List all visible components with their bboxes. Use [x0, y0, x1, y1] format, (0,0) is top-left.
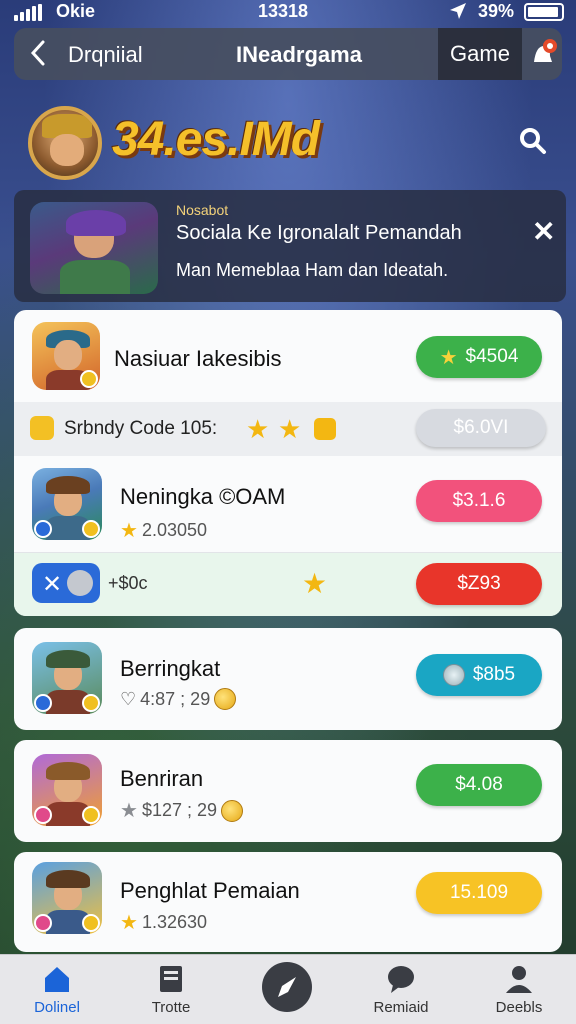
status-time: 13318 [258, 1, 309, 21]
item-title: Berringkat [120, 656, 221, 681]
star-icon: ★ [302, 568, 328, 599]
item-title: Benriran [120, 766, 204, 791]
item-subtitle: ♡ 4:87 ; 29 [120, 688, 237, 710]
list-item[interactable]: Neningka ©OAM ★ 2.03050 $3.1.6 [14, 456, 562, 552]
game-button-label: Game [450, 41, 510, 66]
star-icon: ★ [278, 414, 302, 444]
profile-icon [503, 963, 535, 995]
tab-home[interactable]: Dolinel [12, 963, 102, 1016]
tab-label: Remiaid [373, 999, 429, 1016]
home-icon [41, 963, 73, 995]
item-subtitle: ★ 2.03050 [120, 520, 208, 542]
carrier-name: Okie [56, 1, 96, 21]
swap-icon: ✕ [32, 563, 100, 603]
item-price: $8b5 [472, 664, 516, 685]
shop-card: Penghlat Pemaian ★ 1.32630 15.109 [14, 852, 562, 952]
notification-banner[interactable]: Nosabot Sociala Ke Igronalalt Pemandah M… [14, 190, 566, 302]
badge-icon [314, 418, 336, 440]
battery-icon [524, 3, 564, 21]
item-icon [32, 468, 102, 540]
tab-trotte[interactable]: Trotte [126, 963, 216, 1016]
list-item[interactable]: Berringkat ♡ 4:87 ; 29 $8b5 [14, 628, 562, 730]
back-icon[interactable] [28, 38, 48, 74]
featured-price-button[interactable]: ★ $4504 [416, 336, 542, 378]
star-icon: ★ [120, 800, 138, 822]
svg-text:✕: ✕ [42, 570, 62, 598]
shop-card: Benriran ★ $127 ; 29 $4.08 [14, 740, 562, 842]
document-icon [155, 963, 187, 995]
tab-label: Dolinel [34, 999, 80, 1016]
banner-thumbnail [30, 202, 158, 294]
shop-card-main: Nasiuar Iakesibis ★ $4504 Srbndy Code 10… [14, 310, 562, 616]
signal-icon [14, 4, 42, 21]
game-button[interactable]: Game [438, 28, 522, 80]
back-label[interactable]: Drqniial [68, 42, 143, 68]
promo-label: +$0c [108, 573, 148, 593]
star-icon: ★ [120, 912, 138, 934]
page-title: INeadrgama [236, 42, 362, 67]
code-row[interactable]: Srbndy Code 105: ★ ★ $6.0VI [14, 402, 562, 456]
featured-title: Nasiuar Iakesibis [114, 346, 282, 371]
item-price-button[interactable]: $3.1.6 [416, 480, 542, 522]
banner-sender: Nosabot [176, 202, 229, 218]
gift-icon [30, 416, 54, 440]
code-price: $6.0VI [453, 417, 509, 438]
banner-message: Sociala Ke Igronalalt Pemandah [176, 222, 462, 244]
featured-row[interactable]: Nasiuar Iakesibis ★ $4504 [14, 310, 562, 402]
location-icon [448, 1, 468, 26]
promo-price-button[interactable]: $Z93 [416, 563, 542, 605]
star-icon: ★ [439, 346, 458, 369]
search-icon[interactable] [518, 126, 548, 156]
shop-card: Berringkat ♡ 4:87 ; 29 $8b5 [14, 628, 562, 730]
tab-label: Deebls [495, 999, 543, 1016]
item-price: $3.1.6 [452, 490, 506, 511]
item-icon [32, 862, 102, 934]
battery-percent: 39% [478, 1, 515, 21]
coin-icon [221, 799, 244, 822]
code-price-button[interactable]: $6.0VI [416, 409, 546, 447]
item-price-button[interactable]: $8b5 [416, 654, 542, 696]
item-price-button[interactable]: $4.08 [416, 764, 542, 806]
game-logo: 34.es.IMd [112, 113, 320, 166]
item-title: Neningka ©OAM [120, 484, 286, 509]
status-bar: Okie 13318 39% [0, 0, 576, 24]
item-subtitle: ★ $127 ; 29 [120, 798, 244, 823]
compass-icon [278, 977, 296, 997]
star-icon: ★ [120, 520, 138, 542]
promo-price: $Z93 [457, 573, 501, 594]
banner-detail: Man Memeblaa Ham dan Ideatah. [176, 260, 449, 280]
featured-price: $4504 [465, 346, 519, 367]
coin-icon [214, 688, 237, 710]
featured-icon [32, 322, 100, 390]
compass-button[interactable] [262, 962, 312, 1012]
item-price: $4.08 [455, 774, 503, 795]
item-price: 15.109 [449, 882, 509, 903]
tab-profile[interactable]: Deebls [474, 963, 564, 1016]
close-icon[interactable]: ✕ [532, 218, 555, 246]
list-item[interactable]: Penghlat Pemaian ★ 1.32630 15.109 [14, 852, 562, 952]
hero-avatar[interactable] [28, 106, 102, 180]
item-price-button[interactable]: 15.109 [416, 872, 542, 914]
tab-remiaid[interactable]: Remiaid [356, 963, 446, 1016]
notification-bell-icon[interactable] [528, 38, 558, 70]
tab-label: Trotte [151, 999, 191, 1016]
chat-icon [385, 963, 417, 995]
item-title: Penghlat Pemaian [120, 878, 300, 903]
gem-icon [442, 664, 465, 686]
item-icon [32, 754, 102, 826]
heart-icon: ♡ [120, 688, 137, 709]
star-icon: ★ [246, 414, 270, 444]
item-icon [32, 642, 102, 714]
top-nav-bar: Drqniial INeadrgama Game [14, 28, 562, 80]
promo-row[interactable]: ✕ +$0c ★ $Z93 [14, 553, 562, 616]
code-label: Srbndy Code 105: [64, 418, 218, 439]
list-item[interactable]: Benriran ★ $127 ; 29 $4.08 [14, 740, 562, 842]
item-subtitle: ★ 1.32630 [120, 912, 208, 934]
